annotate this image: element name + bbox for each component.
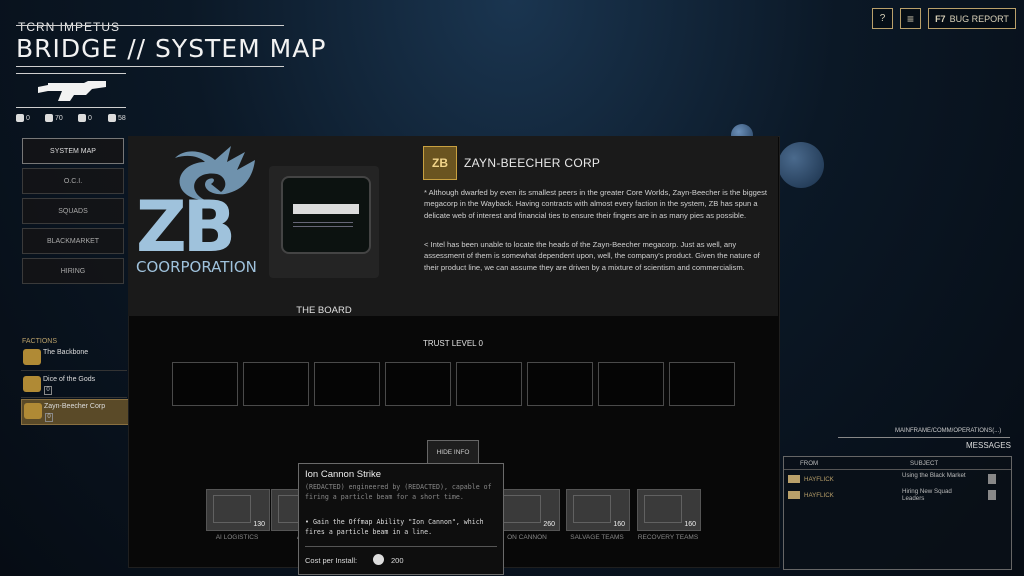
upgrade-card-ai-logistics[interactable]: 130 (206, 489, 270, 531)
bug-report-button[interactable]: F7 BUG REPORT (928, 8, 1016, 29)
help-button[interactable]: ? (872, 8, 893, 29)
bug-report-label: BUG REPORT (949, 13, 1009, 24)
planet (778, 142, 824, 188)
messages-title: MESSAGES (966, 441, 1011, 450)
resource-chip: 58 (108, 114, 126, 122)
card-cost: 130 (253, 521, 265, 528)
zb-logo-letters: ZB (136, 186, 236, 268)
trash-icon[interactable] (988, 490, 996, 500)
hide-info-button[interactable]: HIDE INFO (427, 440, 479, 464)
nav-system-map[interactable]: SYSTEM MAP (22, 138, 124, 164)
card-cost: 160 (613, 521, 625, 528)
corp-intel: < Intel has been unable to locate the he… (424, 240, 760, 272)
card-cost: 160 (684, 521, 696, 528)
page-title: BRIDGE // SYSTEM MAP (16, 34, 327, 63)
rifle-icon (38, 81, 106, 101)
faction-name: Dice of the Gods (43, 376, 96, 383)
nav-blackmarket[interactable]: BLACKMARKET (22, 228, 124, 254)
hand-icon (45, 114, 53, 122)
faction-zayn-beecher[interactable]: Zayn-Beecher Corp 0 (21, 399, 129, 425)
faction-count: 0 (45, 413, 53, 422)
cannon-icon (503, 495, 541, 523)
trust-slot (243, 362, 309, 406)
trust-slot (385, 362, 451, 406)
message-subject: Using the Black Market (902, 472, 966, 479)
trust-slot (456, 362, 522, 406)
logistics-icon (213, 495, 251, 523)
faction-name: The Backbone (43, 349, 89, 356)
menu-button[interactable]: ≡ (900, 8, 921, 29)
upgrade-tooltip: Ion Cannon Strike (REDACTED) engineered … (298, 463, 504, 575)
monitor-screen (281, 176, 371, 254)
zb-logo-word: COORPORATION (136, 258, 257, 276)
bug-report-key: F7 (935, 13, 946, 24)
faction-name: Zayn-Beecher Corp (44, 403, 106, 410)
message-row[interactable]: HAYFLICK Using the Black Market (784, 471, 1011, 487)
card-cost: 260 (543, 521, 555, 528)
card-label: SALVAGE TEAMS (570, 534, 624, 541)
dice-icon (23, 376, 41, 392)
screen-document (293, 204, 359, 214)
tooltip-title: Ion Cannon Strike (305, 469, 382, 480)
gear-icon (373, 554, 384, 565)
header-divider (16, 66, 284, 67)
resource-hands: 70 (45, 114, 63, 122)
chip-icon (108, 114, 116, 122)
tooltip-description: (REDACTED) engineered by (REDACTED), cap… (305, 483, 492, 501)
tooltip-effect: • Gain the Offmap Ability "Ion Cannon", … (305, 518, 484, 536)
col-subject: SUBJECT (910, 460, 939, 467)
vehicle-icon (644, 495, 682, 523)
trust-slot (527, 362, 593, 406)
messages-panel: FROM SUBJECT HAYFLICK Using the Black Ma… (783, 456, 1012, 570)
backbone-icon (23, 349, 41, 365)
faction-dice-of-the-gods[interactable]: Dice of the Gods 0 (21, 373, 127, 398)
message-subject: Hiring New Squad Leaders (902, 488, 952, 502)
corp-badge-icon: ZB (423, 146, 457, 180)
messages-path: MAINFRAME/COMM/OPERATIONS(...) (895, 428, 1002, 434)
ship-name: TCRN IMPETUS (18, 20, 120, 34)
message-from: HAYFLICK (804, 476, 834, 483)
upgrade-card-salvage-teams[interactable]: 160 (566, 489, 630, 531)
upgrade-card-ion-cannon[interactable]: 260 (496, 489, 560, 531)
trash-icon[interactable] (988, 474, 996, 484)
tooltip-cost-label: Cost per Install: (305, 556, 358, 565)
trust-slot (669, 362, 735, 406)
faction-backbone[interactable]: The Backbone (21, 346, 127, 371)
nav-oci[interactable]: O.C.I. (22, 168, 124, 194)
trust-level: TRUST LEVEL 0 (422, 339, 484, 348)
nav-hiring[interactable]: HIRING (22, 258, 124, 284)
resource-gear: 0 (78, 114, 92, 122)
trust-slot (314, 362, 380, 406)
resource-personnel: 0 (16, 114, 30, 122)
monitor (269, 166, 379, 278)
trust-slot (598, 362, 664, 406)
personnel-icon (16, 114, 24, 122)
upgrade-card-recovery-teams[interactable]: 160 (637, 489, 701, 531)
monitor-label: THE BOARD (296, 305, 352, 316)
corp-name: ZAYN-BEECHER CORP (464, 156, 601, 170)
factions-heading: FACTIONS (22, 338, 58, 345)
col-from: FROM (800, 460, 819, 467)
corp-description: * Although dwarfed by even its smallest … (424, 188, 768, 220)
tooltip-cost-value: 200 (391, 556, 404, 565)
envelope-icon (788, 491, 800, 499)
gear-icon (78, 114, 86, 122)
envelope-icon (788, 475, 800, 483)
trust-slot (172, 362, 238, 406)
weapon-divider (16, 107, 126, 108)
card-label: RECOVERY TEAMS (637, 534, 699, 541)
message-row[interactable]: HAYFLICK Hiring New Squad Leaders (784, 487, 1011, 503)
zb-icon (24, 403, 42, 419)
header-divider (16, 25, 284, 26)
weapon-divider (16, 73, 126, 74)
message-from: HAYFLICK (804, 492, 834, 499)
nav-squads[interactable]: SQUADS (22, 198, 124, 224)
claw-icon (573, 495, 611, 523)
faction-count: 0 (44, 386, 52, 395)
